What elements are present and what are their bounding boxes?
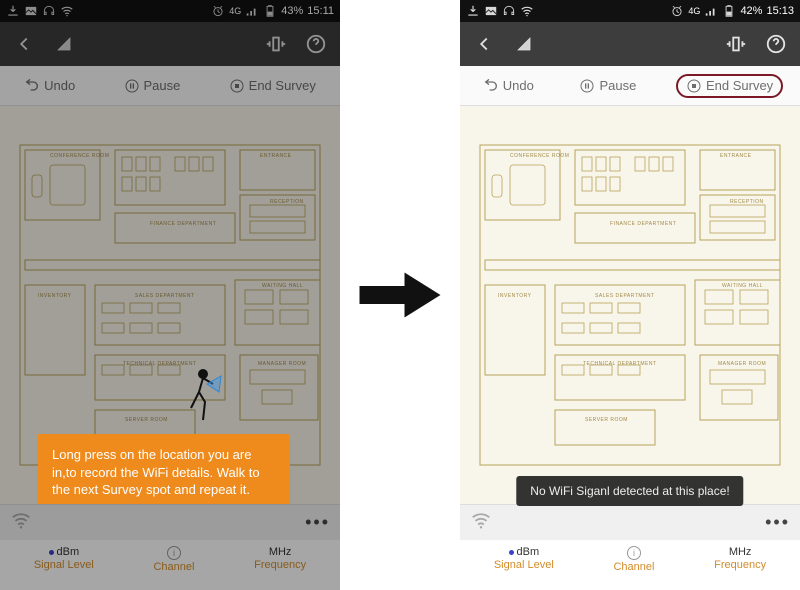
- svg-text:MANAGER ROOM: MANAGER ROOM: [718, 361, 766, 367]
- svg-text:SALES DEPARTMENT: SALES DEPARTMENT: [135, 293, 195, 299]
- signal-indicator-icon: [48, 28, 80, 60]
- app-bar: [0, 22, 340, 66]
- wifi-status-icon: [470, 509, 492, 536]
- signal-icon: [704, 4, 718, 18]
- download-icon: [466, 4, 480, 18]
- transition-arrow-icon: [340, 0, 460, 590]
- battery-label: 42%: [740, 5, 762, 17]
- wifi-icon: [60, 4, 74, 18]
- wifi-status-icon: [10, 509, 32, 536]
- vibrate-icon[interactable]: [720, 28, 752, 60]
- legend-signal: dBm Signal Level: [494, 546, 554, 571]
- svg-text:CONFERENCE ROOM: CONFERENCE ROOM: [50, 153, 109, 159]
- more-menu-icon[interactable]: •••: [305, 512, 330, 533]
- svg-text:ENTRANCE: ENTRANCE: [260, 153, 292, 159]
- battery-icon: [722, 4, 736, 18]
- svg-text:MANAGER ROOM: MANAGER ROOM: [258, 361, 306, 367]
- no-wifi-toast: No WiFi Siganl detected at this place!: [516, 476, 743, 506]
- image-icon: [24, 4, 38, 18]
- legend-frequency: MHz Frequency: [714, 546, 766, 571]
- legend-signal: dBm Signal Level: [34, 546, 94, 571]
- svg-text:INVENTORY: INVENTORY: [498, 293, 532, 299]
- headphones-icon: [502, 4, 516, 18]
- legend-channel: i Channel: [153, 546, 194, 573]
- pause-button[interactable]: Pause: [118, 74, 187, 98]
- back-button[interactable]: [468, 28, 500, 60]
- action-row: Undo Pause End Survey: [460, 66, 800, 106]
- battery-icon: [263, 4, 277, 18]
- svg-text:SERVER ROOM: SERVER ROOM: [125, 417, 168, 423]
- alarm-icon: [211, 4, 225, 18]
- svg-text:FINANCE DEPARTMENT: FINANCE DEPARTMENT: [150, 221, 216, 227]
- network-label: 4G: [229, 6, 241, 16]
- survey-walker-icon: [175, 366, 225, 426]
- help-icon[interactable]: [300, 28, 332, 60]
- legend-frequency: MHz Frequency: [254, 546, 306, 571]
- floor-map[interactable]: CONFERENCE ROOM ENTRANCE RECEPTION FINAN…: [460, 106, 800, 504]
- info-icon: i: [167, 546, 181, 560]
- download-icon: [6, 4, 20, 18]
- svg-text:FINANCE DEPARTMENT: FINANCE DEPARTMENT: [610, 221, 676, 227]
- pause-button[interactable]: Pause: [573, 74, 642, 98]
- floorplan-image: CONFERENCE ROOM ENTRANCE RECEPTION FINAN…: [460, 106, 800, 504]
- app-bar: [460, 22, 800, 66]
- wifi-bar: •••: [0, 504, 340, 540]
- wifi-bar: •••: [460, 504, 800, 540]
- undo-button[interactable]: Undo: [18, 74, 81, 98]
- legend-row: dBm Signal Level i Channel MHz Frequency: [460, 540, 800, 590]
- alarm-icon: [670, 4, 684, 18]
- more-menu-icon[interactable]: •••: [765, 512, 790, 533]
- svg-text:SALES DEPARTMENT: SALES DEPARTMENT: [595, 293, 655, 299]
- wifi-icon: [520, 4, 534, 18]
- svg-text:WAITING HALL: WAITING HALL: [262, 283, 303, 289]
- phone-left: 4G 43% 15:11 Undo Pause End Survey: [0, 0, 340, 590]
- svg-text:CONFERENCE ROOM: CONFERENCE ROOM: [510, 153, 569, 159]
- svg-text:INVENTORY: INVENTORY: [38, 293, 72, 299]
- signal-icon: [245, 4, 259, 18]
- status-bar: 4G 43% 15:11: [0, 0, 340, 22]
- vibrate-icon[interactable]: [260, 28, 292, 60]
- floor-map[interactable]: CONFERENCE ROOM ENTRANCE RECEPTION FINAN…: [0, 106, 340, 504]
- network-label: 4G: [688, 6, 700, 16]
- legend-channel: i Channel: [613, 546, 654, 573]
- status-bar: 4G 42% 15:13: [460, 0, 800, 22]
- undo-button[interactable]: Undo: [477, 74, 540, 98]
- battery-label: 43%: [281, 5, 303, 17]
- back-button[interactable]: [8, 28, 40, 60]
- phone-right: 4G 42% 15:13 Undo Pause End Survey: [460, 0, 800, 590]
- time-label: 15:13: [766, 5, 794, 17]
- svg-text:SERVER ROOM: SERVER ROOM: [585, 417, 628, 423]
- headphones-icon: [42, 4, 56, 18]
- svg-text:ENTRANCE: ENTRANCE: [720, 153, 752, 159]
- time-label: 15:11: [307, 5, 334, 17]
- instruction-tooltip: Long press on the location you are in,to…: [38, 434, 290, 504]
- svg-text:RECEPTION: RECEPTION: [730, 199, 764, 205]
- help-icon[interactable]: [760, 28, 792, 60]
- svg-text:WAITING HALL: WAITING HALL: [722, 283, 763, 289]
- image-icon: [484, 4, 498, 18]
- info-icon: i: [627, 546, 641, 560]
- end-survey-button[interactable]: End Survey: [223, 74, 322, 98]
- signal-indicator-icon: [508, 28, 540, 60]
- svg-text:RECEPTION: RECEPTION: [270, 199, 304, 205]
- svg-text:TECHNICAL DEPARTMENT: TECHNICAL DEPARTMENT: [583, 361, 657, 367]
- action-row: Undo Pause End Survey: [0, 66, 340, 106]
- end-survey-button[interactable]: End Survey: [676, 74, 783, 98]
- legend-row: dBm Signal Level i Channel MHz Frequency: [0, 540, 340, 590]
